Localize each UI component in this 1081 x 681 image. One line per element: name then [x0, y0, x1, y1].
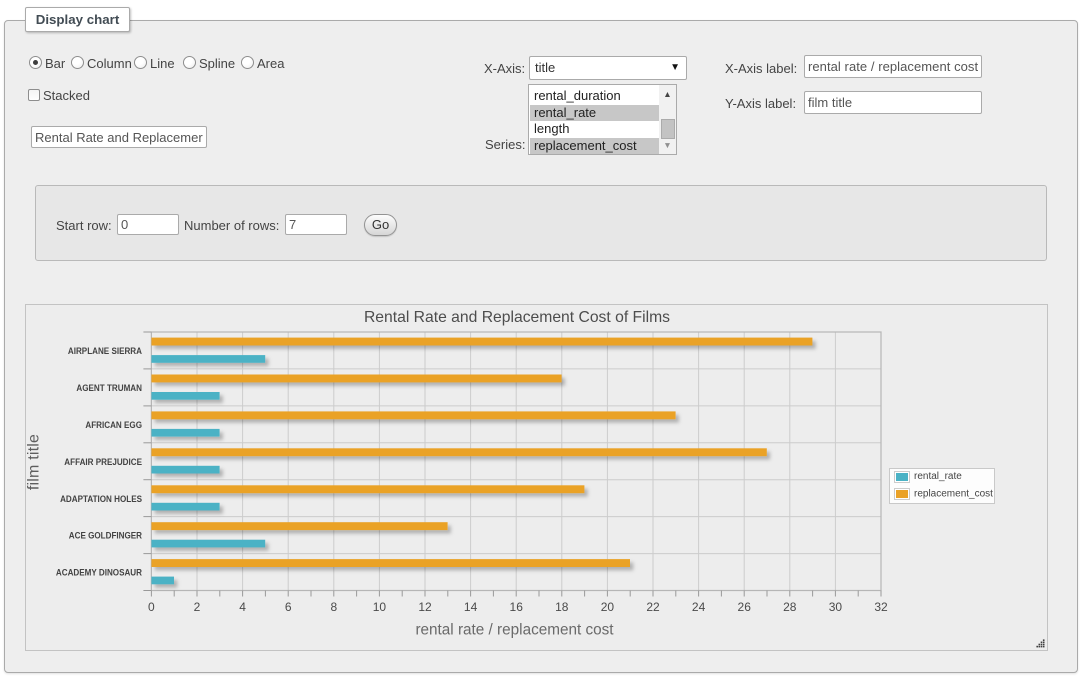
svg-text:rental rate / replacement cost: rental rate / replacement cost — [415, 622, 614, 639]
svg-text:0: 0 — [148, 600, 155, 614]
svg-text:2: 2 — [194, 600, 201, 614]
svg-text:6: 6 — [285, 600, 292, 614]
svg-text:20: 20 — [601, 600, 615, 614]
svg-text:16: 16 — [510, 600, 524, 614]
svg-text:AIRPLANE SIERRA: AIRPLANE SIERRA — [68, 346, 142, 356]
svg-text:26: 26 — [738, 600, 752, 614]
svg-text:Rental Rate and Replacement Co: Rental Rate and Replacement Cost of Film… — [364, 309, 670, 326]
svg-text:AGENT TRUMAN: AGENT TRUMAN — [76, 383, 142, 393]
svg-text:ACE GOLDFINGER: ACE GOLDFINGER — [69, 531, 143, 541]
svg-text:ADAPTATION HOLES: ADAPTATION HOLES — [60, 494, 142, 504]
svg-text:ACADEMY DINOSAUR: ACADEMY DINOSAUR — [56, 568, 142, 578]
svg-text:rental_rate: rental_rate — [914, 471, 962, 482]
svg-text:film title: film title — [26, 434, 42, 490]
svg-text:28: 28 — [783, 600, 797, 614]
svg-text:10: 10 — [373, 600, 387, 614]
svg-text:8: 8 — [330, 600, 337, 614]
svg-text:30: 30 — [829, 600, 843, 614]
svg-text:AFFAIR PREJUDICE: AFFAIR PREJUDICE — [64, 457, 142, 467]
svg-text:14: 14 — [464, 600, 478, 614]
svg-text:22: 22 — [646, 600, 660, 614]
svg-text:4: 4 — [239, 600, 246, 614]
svg-text:18: 18 — [555, 600, 569, 614]
svg-text:12: 12 — [418, 600, 432, 614]
svg-text:32: 32 — [874, 600, 888, 614]
svg-text:24: 24 — [692, 600, 706, 614]
svg-text:replacement_cost: replacement_cost — [914, 488, 993, 499]
svg-text:AFRICAN EGG: AFRICAN EGG — [85, 420, 142, 430]
